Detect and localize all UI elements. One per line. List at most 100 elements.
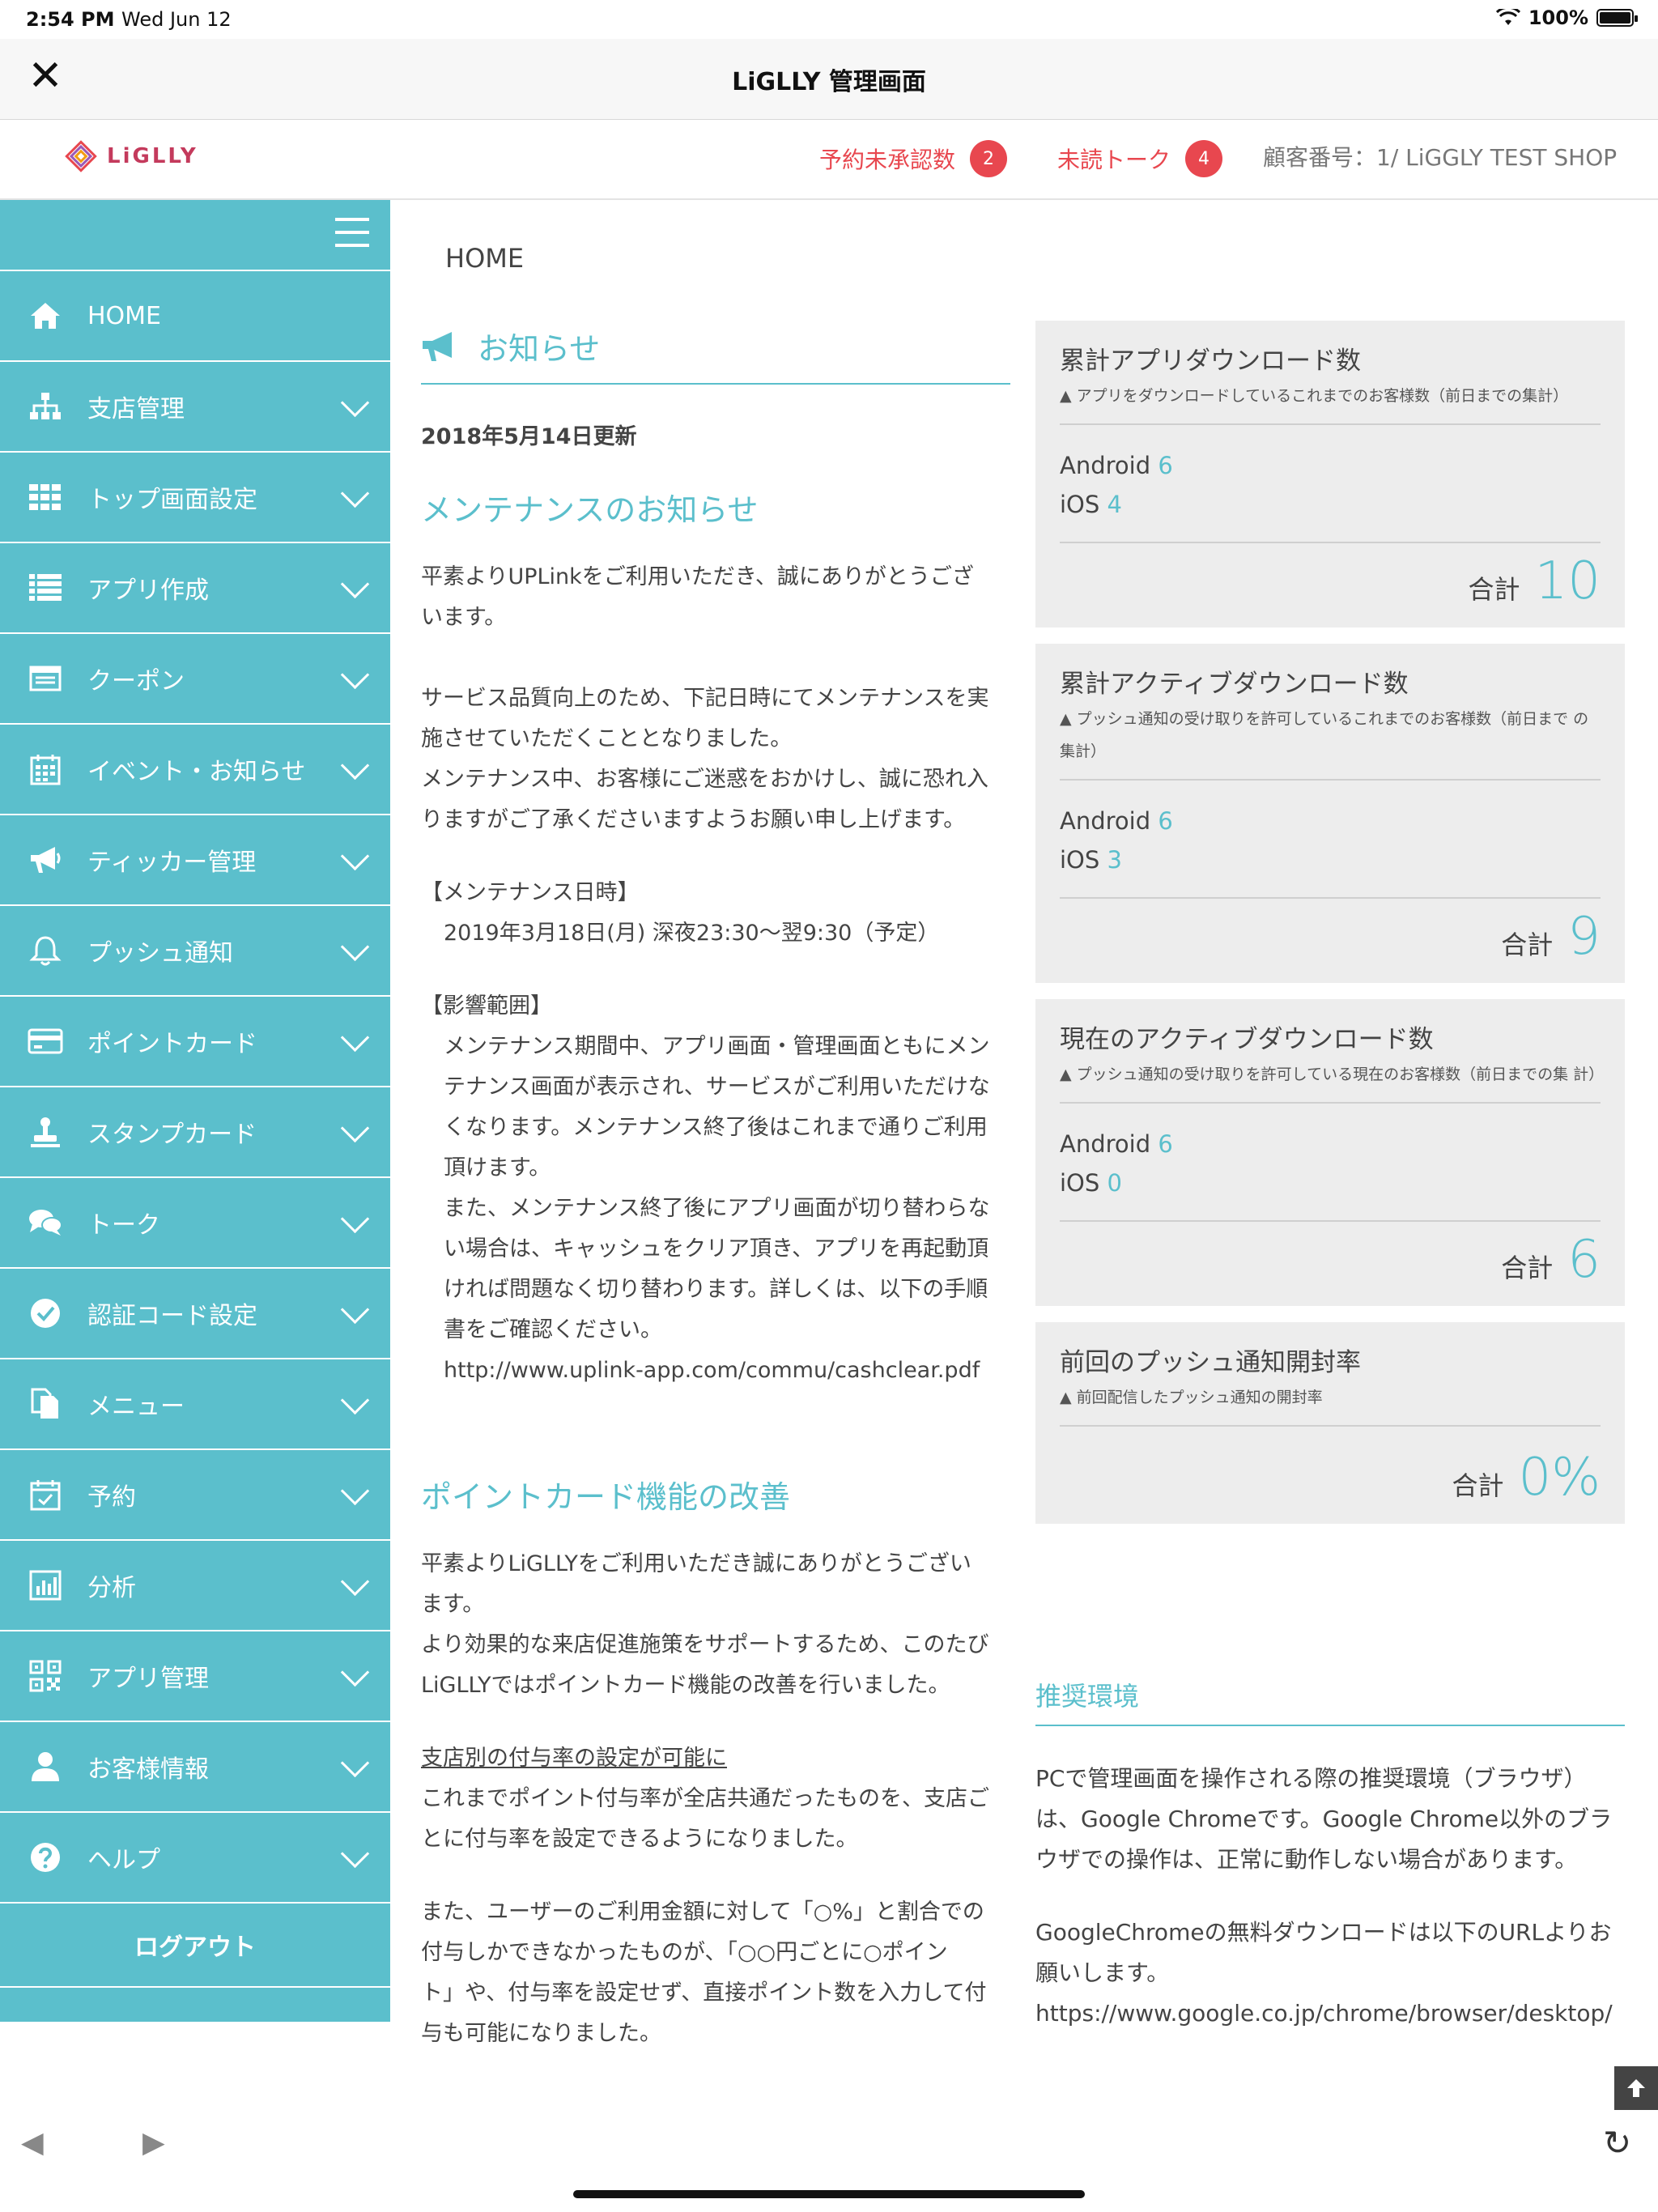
chevron-down-icon [342, 846, 366, 870]
customer-info: 顧客番号：1/ LiGGLY TEST SHOP [1263, 144, 1618, 171]
sidebar-item-label: HOME [87, 301, 162, 330]
stat-subtitle: ▲ 前回配信したプッシュ通知の開封率 [1060, 1389, 1323, 1406]
breadcrumb: HOME [445, 243, 525, 274]
sidebar-item-app-create[interactable]: アプリ作成 [0, 543, 390, 634]
unread-label: 未読トーク [1057, 147, 1171, 173]
stat-subtitle: ▲ アプリをダウンロードしているこれまでのお客様数（前日までの集計） [1060, 387, 1569, 405]
back-arrow-icon[interactable]: ◀ [21, 2126, 44, 2159]
sidebar-item-push[interactable]: プッシュ通知 [0, 906, 390, 997]
stat-card-total-downloads: 累計アプリダウンロード数 ▲ アプリをダウンロードしているこれまでのお客様数（前… [1035, 321, 1625, 627]
news-title: お知らせ [478, 331, 601, 367]
chevron-down-icon [342, 574, 366, 598]
battery-icon [1596, 9, 1638, 27]
sidebar-item-stamp-card[interactable]: スタンプカード [0, 1087, 390, 1178]
sidebar-item-talk[interactable]: トーク [0, 1178, 390, 1269]
sidebar-item-menu[interactable]: メニュー [0, 1359, 390, 1450]
chevron-down-icon [342, 755, 366, 780]
check-circle-icon [28, 1295, 63, 1331]
sidebar-item-help[interactable]: ヘルプ [0, 1813, 390, 1904]
news-section: お知らせ 2018年5月14日更新 メンテナンスのお知らせ 平素よりUPLink… [421, 324, 1010, 2054]
chevron-down-icon [342, 1481, 366, 1505]
news-text: ければ問題なく切り替わります。詳しくは、以下の手順 [444, 1277, 988, 1302]
scroll-to-top-button[interactable] [1614, 2066, 1658, 2110]
news-text: 付与しかできなかったものが、「○○円ごとに○ポイン [421, 1940, 948, 1965]
sidebar-item-label: プッシュ通知 [87, 939, 233, 968]
news-text: 【影響範囲】 [421, 993, 552, 1019]
chevron-down-icon [342, 483, 366, 508]
chevron-down-icon [342, 665, 366, 689]
sidebar-item-auth-code[interactable]: 認証コード設定 [0, 1269, 390, 1359]
news-text: ト」や、付与率を設定せず、直接ポイント数を入力して付 [421, 1980, 987, 2006]
arrow-up-icon [1627, 2079, 1645, 2097]
chat-icon [28, 1205, 63, 1240]
sitemap-icon [28, 389, 63, 424]
logout-button[interactable]: ログアウト [0, 1904, 390, 1988]
news-updated-date: 2018年5月14日更新 [421, 424, 637, 449]
sidebar-item-analytics[interactable]: 分析 [0, 1541, 390, 1631]
news-text: また、メンテナンス終了後にアプリ画面が切り替わらな [444, 1196, 990, 1221]
cashclear-link[interactable]: http://www.uplink-app.com/commu/cashclea… [421, 1351, 1010, 1391]
sidebar-item-reservation[interactable]: 予約 [0, 1450, 390, 1541]
news-text: とに付与率を設定できるようになりました。 [421, 1827, 858, 1852]
sidebar-item-label: 支店管理 [87, 395, 185, 423]
credit-card-icon [28, 1023, 63, 1059]
status-date: Wed Jun 12 [121, 8, 232, 31]
sidebar-top [0, 200, 390, 271]
chevron-down-icon [342, 1753, 366, 1777]
stat-total: 合計 10 [1468, 551, 1601, 611]
sidebar-item-app-manage[interactable]: アプリ管理 [0, 1631, 390, 1722]
sidebar-item-ticker[interactable]: ティッカー管理 [0, 815, 390, 906]
news-text: 【メンテナンス日時】 [421, 880, 640, 905]
stat-ios: iOS 3 [1060, 846, 1122, 874]
recommended-env-text: PCで管理画面を操作される際の推奨環境（ブラウザ） [1035, 1765, 1587, 1792]
stat-total: 合計 6 [1501, 1230, 1601, 1290]
status-bar: 2:54 PM Wed Jun 12 100% [0, 0, 1658, 39]
news-text: くなります。メンテナンス終了後はこれまで通りご利用 [444, 1115, 988, 1140]
home-indicator [573, 2190, 1085, 2198]
sidebar-item-customer-info[interactable]: お客様情報 [0, 1722, 390, 1813]
unconfirmed-reservations[interactable]: 予約未承認数 2 [819, 140, 1008, 177]
unread-talk[interactable]: 未読トーク 4 [1057, 140, 1223, 177]
news-header: お知らせ [421, 324, 1010, 385]
stat-total: 合計 0% [1452, 1448, 1601, 1508]
sidebar-item-home[interactable]: HOME [0, 271, 390, 362]
sidebar-item-label: クーポン [87, 667, 185, 696]
news-text: サービス品質向上のため、下記日時にてメンテナンスを実 [421, 686, 989, 711]
sidebar: HOME 支店管理 トップ画面設定 アプリ作成 クーポン イベント・お知らせ テ… [0, 200, 390, 2022]
stat-total: 合計 9 [1501, 907, 1601, 967]
news-text: より効果的な来店促進施策をサポートするため、このたび [421, 1632, 989, 1657]
news-text: ます。 [421, 1592, 485, 1617]
chevron-down-icon [342, 1662, 366, 1687]
sidebar-item-point-card[interactable]: ポイントカード [0, 997, 390, 1087]
news-text: メンテナンス期間中、アプリ画面・管理画面ともにメン [444, 1034, 990, 1059]
sidebar-item-label: アプリ作成 [87, 576, 209, 605]
news-text: 頂けます。 [444, 1155, 551, 1180]
logo[interactable]: LiGLLY [63, 138, 198, 174]
news-heading-pointcard: ポイントカード機能の改善 [421, 1479, 791, 1515]
reload-icon[interactable]: ↻ [1603, 2123, 1631, 2163]
recommended-env-section: 推奨環境 PCで管理画面を操作される際の推奨環境（ブラウザ） は、Google … [1035, 1676, 1625, 2034]
wifi-icon [1495, 9, 1520, 25]
status-time: 2:54 PM [26, 8, 115, 31]
menu-icon[interactable] [335, 218, 369, 250]
news-text: います。 [421, 605, 507, 630]
sidebar-item-events[interactable]: イベント・お知らせ [0, 725, 390, 815]
sidebar-item-top-settings[interactable]: トップ画面設定 [0, 453, 390, 543]
nav-title: LiGLLY 管理画面 [732, 68, 926, 96]
news-text: LiGLLYではポイントカード機能の改善を行いました。 [421, 1673, 950, 1698]
news-text: りますがご了承くださいますようお願い申し上げます。 [421, 807, 966, 832]
sidebar-item-label: お客様情報 [87, 1755, 209, 1784]
news-heading-maintenance: メンテナンスのお知らせ [421, 492, 759, 528]
forward-arrow-icon[interactable]: ▶ [142, 2126, 165, 2159]
sidebar-item-label: 分析 [87, 1574, 136, 1602]
sidebar-item-branch[interactable]: 支店管理 [0, 362, 390, 453]
news-text: 平素よりUPLinkをご利用いただき、誠にありがとうござ [421, 564, 974, 589]
chrome-download-link[interactable]: https://www.google.co.jp/chrome/browser/… [1035, 1993, 1625, 2034]
copy-icon [28, 1386, 63, 1422]
sidebar-item-coupon[interactable]: クーポン [0, 634, 390, 725]
sidebar-item-label: メニュー [87, 1393, 185, 1421]
chevron-down-icon [342, 1027, 366, 1052]
grid-icon [28, 479, 63, 515]
news-text: テナンス画面が表示され、サービスがご利用いただけな [444, 1074, 990, 1100]
sidebar-item-label: 認証コード設定 [87, 1302, 257, 1330]
